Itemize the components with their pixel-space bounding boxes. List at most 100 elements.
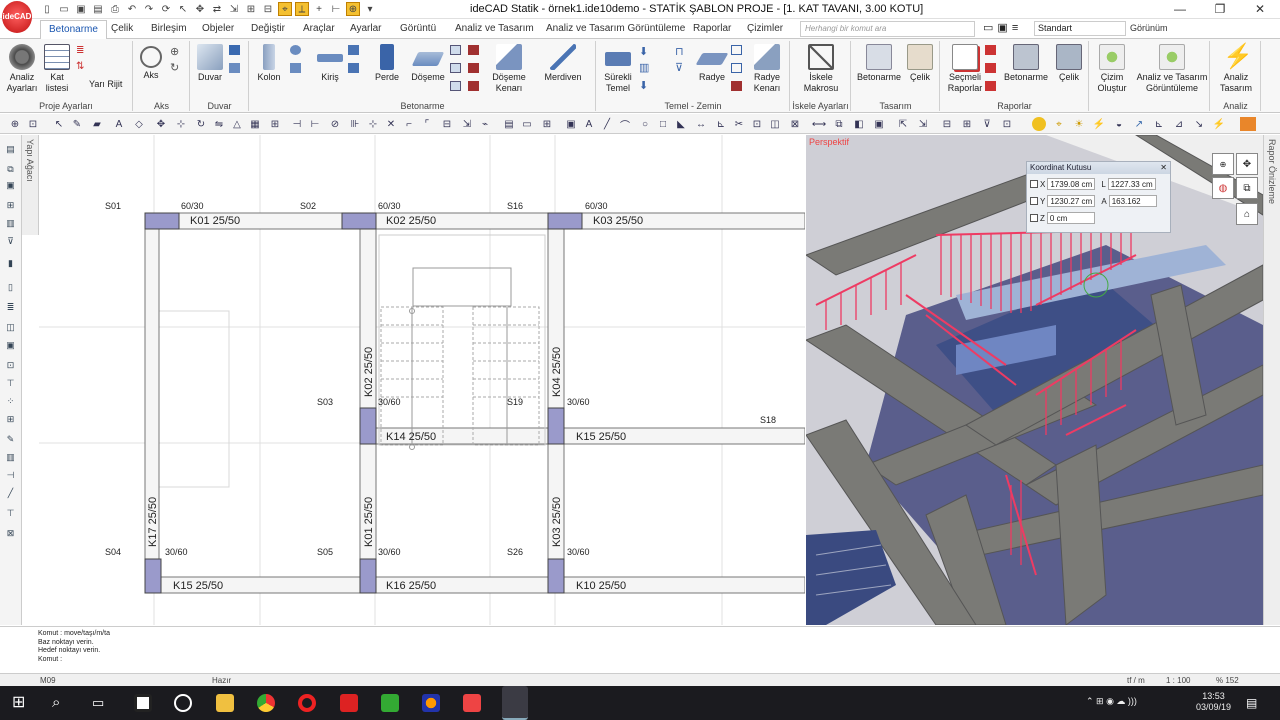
windows-start-icon[interactable]: ⊞ xyxy=(12,694,30,712)
fill-icon[interactable]: ◣ xyxy=(674,117,688,131)
radye-button[interactable]: Radye xyxy=(695,44,729,83)
app-icon[interactable] xyxy=(422,694,440,712)
sort-icon[interactable]: ⇅ xyxy=(76,61,87,72)
filter-left-icon[interactable]: ⊽ xyxy=(4,235,17,248)
redo-icon[interactable]: ↷ xyxy=(142,2,156,16)
list-icon[interactable]: ≣ xyxy=(76,45,87,56)
column-edit-icon[interactable] xyxy=(290,63,301,73)
tab-analiz-tasarim-goruntuleme[interactable]: Analiz ve Tasarım Görüntüleme xyxy=(546,23,685,34)
command-area[interactable]: Komut : move/taşı/m/ta Baz noktayı verin… xyxy=(0,626,1280,673)
trim-icon[interactable]: ⊣ xyxy=(290,117,304,131)
tag-left-icon[interactable]: ⊠ xyxy=(4,527,17,540)
measure-tool-icon[interactable]: ⟷ xyxy=(812,117,826,131)
cizim-olustur-button[interactable]: Çizim Oluştur xyxy=(1092,44,1132,94)
brush-left-icon[interactable]: ✎ xyxy=(4,433,17,446)
scale-status[interactable]: 1 : 100 xyxy=(1166,676,1190,685)
mesh-left-icon[interactable]: ⊞ xyxy=(4,413,17,426)
move-icon[interactable]: ✥ xyxy=(193,2,207,16)
new-file-icon[interactable]: ▯ xyxy=(40,2,54,16)
light-icon[interactable] xyxy=(1032,117,1046,131)
surekli-temel-button[interactable]: Sürekli Temel xyxy=(601,44,635,94)
window-split-icon[interactable]: ◧ xyxy=(852,117,866,131)
tab-celik[interactable]: Çelik xyxy=(111,23,133,34)
chevron-down-icon[interactable]: ▾ xyxy=(363,2,377,16)
gorunum-menu[interactable]: Görünüm xyxy=(1130,23,1168,33)
photos-app-icon[interactable] xyxy=(134,694,152,712)
round-column-icon[interactable] xyxy=(290,45,301,55)
window-icon[interactable]: ▭ xyxy=(983,21,993,34)
tree-left-icon[interactable]: ⊤ xyxy=(4,377,17,390)
doseme-button[interactable]: Döşeme xyxy=(410,44,446,83)
chamfer-icon[interactable]: ⌜ xyxy=(420,117,434,131)
x-field[interactable]: 1739.08 cm xyxy=(1047,178,1096,190)
brush-icon[interactable]: ⌁ xyxy=(478,117,492,131)
stretch-icon[interactable]: ⇲ xyxy=(227,2,241,16)
mat-grid-icon[interactable] xyxy=(731,45,742,55)
analysis-icon[interactable]: ⚡ xyxy=(1212,117,1226,131)
z-checkbox[interactable] xyxy=(1030,214,1038,222)
recorder-icon[interactable] xyxy=(463,694,481,712)
arc-icon[interactable]: ⌒ xyxy=(618,117,632,132)
open-file-icon[interactable]: ▭ xyxy=(57,2,71,16)
iskele-makrosu-button[interactable]: İskele Makrosu xyxy=(797,44,845,94)
tab-degistir[interactable]: Değiştir xyxy=(251,23,285,34)
page-left-icon[interactable]: ▯ xyxy=(4,281,17,294)
polygon-icon[interactable]: ◇ xyxy=(132,117,146,131)
pier-icon[interactable]: ▥ xyxy=(639,61,650,74)
dim-icon[interactable]: ↔ xyxy=(694,117,708,131)
slab-grid-icon[interactable] xyxy=(450,45,461,55)
tab-objeler[interactable]: Objeler xyxy=(202,23,234,34)
aks-button[interactable]: Aks xyxy=(138,44,164,81)
l-field[interactable]: 1227.33 cm xyxy=(1107,178,1156,190)
grid-tool-icon[interactable]: ⊞ xyxy=(540,117,554,131)
line-icon[interactable]: ╱ xyxy=(600,117,614,131)
bolt-icon[interactable]: ⚡ xyxy=(1092,117,1106,131)
yapi-agaci-panel[interactable]: Yapı Ağacı xyxy=(22,135,39,235)
rectangle-icon[interactable]: □ xyxy=(656,117,670,131)
report-pdf-icon[interactable] xyxy=(985,45,996,55)
array-icon[interactable]: ⊟ xyxy=(440,117,454,131)
merdiven-button[interactable]: Merdiven xyxy=(538,44,588,83)
view-icon[interactable]: ◫ xyxy=(768,117,782,131)
betonarme-rapor-button[interactable]: Betonarme xyxy=(1003,44,1049,83)
tab-analiz-tasarim[interactable]: Analiz ve Tasarım xyxy=(455,23,534,34)
tab-goruntu[interactable]: Görüntü xyxy=(400,23,436,34)
orbit-icon[interactable]: ⊕ xyxy=(1212,153,1234,175)
tie-beam-icon[interactable]: ⊓ xyxy=(675,45,686,58)
rotate-icon[interactable]: ↻ xyxy=(194,117,208,131)
footing-icon[interactable]: ⬇ xyxy=(639,79,650,92)
break-icon[interactable]: ⊪ xyxy=(348,117,362,131)
tab-ayarlar[interactable]: Ayarlar xyxy=(350,23,382,34)
report-word-icon[interactable] xyxy=(985,63,996,73)
nodes-left-icon[interactable]: ⁘ xyxy=(4,395,17,408)
pointer-icon[interactable]: ↖ xyxy=(176,2,190,16)
select-icon[interactable]: ↖ xyxy=(52,117,66,131)
file-explorer-icon[interactable] xyxy=(216,694,234,712)
notification-icon[interactable]: ▤ xyxy=(1246,694,1264,712)
render-icon[interactable]: ⌖ xyxy=(1052,117,1066,131)
box-left-icon[interactable]: ▣ xyxy=(4,339,17,352)
triangle-icon[interactable]: △ xyxy=(230,117,244,131)
y-field[interactable]: 1230.27 cm xyxy=(1047,195,1096,207)
bucket-icon[interactable]: ◒ xyxy=(1112,117,1126,131)
snap-grid-icon[interactable]: ⊞ xyxy=(268,117,282,131)
zoom-in-icon[interactable]: ⊕ xyxy=(8,117,22,131)
monitor-icon[interactable]: ▣ xyxy=(997,21,1007,34)
panel-icon[interactable]: ▣ xyxy=(872,117,886,131)
arrow-view-icon[interactable]: ↗ xyxy=(1132,117,1146,131)
slab-edge-icon[interactable] xyxy=(450,81,461,91)
search-icon[interactable]: ⌕ xyxy=(52,694,70,712)
arrows-icon[interactable]: ⇄ xyxy=(210,2,224,16)
beam-type-icon[interactable] xyxy=(348,45,359,55)
plan-view[interactable]: S01 S02 S16 S03 S19 S18 S04 S05 S26 60/3… xyxy=(39,135,805,625)
walk-icon[interactable]: ◍ xyxy=(1212,177,1234,199)
wall-opening-icon[interactable] xyxy=(229,63,240,73)
style-combo[interactable]: Standart xyxy=(1034,21,1126,36)
ortho-icon[interactable]: ⟂ xyxy=(295,2,309,16)
opera-icon[interactable] xyxy=(298,694,316,712)
view-cube-icon[interactable]: ⧉ xyxy=(1236,177,1258,199)
layer-left-icon[interactable]: ◫ xyxy=(4,321,17,334)
refresh-icon[interactable]: ⟳ xyxy=(159,2,173,16)
duvar-button[interactable]: Duvar xyxy=(195,44,225,83)
command-prompt[interactable]: Komut : xyxy=(38,656,1242,665)
